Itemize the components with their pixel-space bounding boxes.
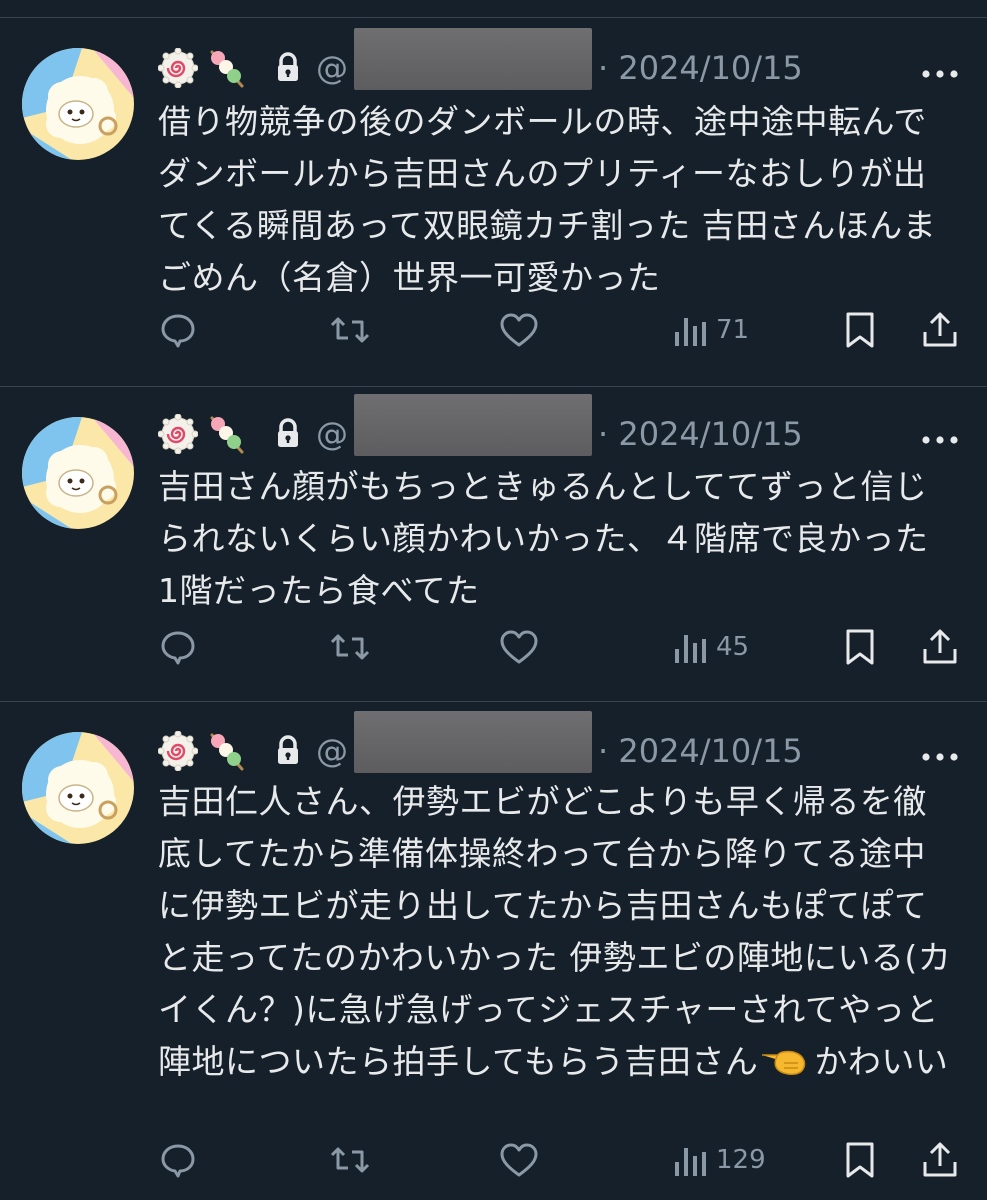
tweet-2[interactable]: @ · 2024/10/15 吉田さん顔がもちっときゅるんとしててずっと信じられ…	[0, 387, 987, 701]
share-icon	[923, 312, 957, 347]
like-icon	[500, 1143, 538, 1177]
dango-icon	[206, 731, 246, 771]
tweet-date[interactable]: · 2024/10/15	[598, 731, 803, 771]
views-button[interactable]: 71	[672, 308, 749, 352]
share-button[interactable]	[920, 1138, 960, 1182]
views-icon	[675, 318, 706, 346]
share-button[interactable]	[920, 308, 960, 352]
retweet-button[interactable]	[328, 308, 372, 352]
redacted-handle	[354, 711, 592, 773]
naruto-icon	[157, 47, 199, 89]
dango-icon	[206, 414, 246, 454]
reply-icon	[161, 1144, 195, 1178]
views-button[interactable]: 45	[672, 625, 749, 669]
views-icon	[675, 635, 706, 663]
views-count: 45	[716, 632, 750, 662]
more-icon[interactable]	[920, 747, 960, 761]
lock-icon	[268, 48, 308, 88]
bookmark-button[interactable]	[842, 1138, 878, 1182]
tweet-date[interactable]: · 2024/10/15	[598, 48, 803, 88]
bookmark-icon	[846, 629, 874, 665]
lock-icon	[268, 731, 308, 771]
retweet-icon	[330, 634, 370, 660]
tweet-text-tail: かわいい	[814, 1042, 949, 1081]
naruto-icon	[157, 730, 199, 772]
like-icon	[500, 630, 538, 664]
reply-icon	[161, 314, 195, 348]
share-button[interactable]	[920, 625, 960, 669]
bookmark-icon	[846, 1142, 874, 1178]
bookmark-button[interactable]	[842, 308, 878, 352]
like-button[interactable]	[498, 308, 540, 352]
sheep-avatar[interactable]	[22, 417, 134, 529]
reply-button[interactable]	[158, 625, 198, 669]
dango-icon	[206, 48, 246, 88]
redacted-handle	[354, 28, 592, 90]
pointing-hand-icon	[758, 1039, 814, 1079]
naruto-icon	[157, 413, 199, 455]
tweet-text: 吉田さん顔がもちっときゅるんとしててずっと信じられないくらい顔かわいかった、４階…	[158, 467, 940, 610]
tweet-text: 吉田仁人さん、伊勢エビがどこよりも早く帰るを徹底してたから準備体操終わって台から…	[158, 776, 958, 1116]
more-icon[interactable]	[920, 64, 960, 78]
views-count: 129	[716, 1145, 766, 1175]
share-icon	[923, 1142, 957, 1177]
sheep-avatar[interactable]	[22, 732, 134, 844]
like-button[interactable]	[498, 625, 540, 669]
tweet-3[interactable]: @ · 2024/10/15 吉田仁人さん、伊勢エビがどこよりも早く帰るを徹底し…	[0, 702, 987, 1200]
retweet-icon	[330, 317, 370, 343]
handle-at[interactable]: @	[316, 731, 348, 771]
bookmark-icon	[846, 312, 874, 348]
tweet-1[interactable]: @ · 2024/10/15 借り物競争の後のダンボールの時、途中途中転んでダン…	[0, 0, 987, 386]
retweet-button[interactable]	[328, 1138, 372, 1182]
reply-button[interactable]	[158, 1138, 198, 1182]
reply-icon	[161, 631, 195, 665]
like-icon	[500, 313, 538, 347]
more-icon[interactable]	[920, 430, 960, 444]
redacted-handle	[354, 394, 592, 456]
share-icon	[923, 629, 957, 664]
handle-at[interactable]: @	[316, 48, 348, 88]
views-icon	[675, 1148, 706, 1176]
handle-at[interactable]: @	[316, 414, 348, 454]
views-button[interactable]: 129	[672, 1138, 766, 1182]
retweet-button[interactable]	[328, 625, 372, 669]
retweet-icon	[330, 1147, 370, 1173]
bookmark-button[interactable]	[842, 625, 878, 669]
lock-icon	[268, 414, 308, 454]
tweet-text-main: 吉田仁人さん、伊勢エビがどこよりも早く帰るを徹底してたから準備体操終わって台から…	[158, 782, 952, 1081]
reply-button[interactable]	[158, 308, 198, 352]
sheep-avatar[interactable]	[22, 48, 134, 160]
tweet-text: 借り物競争の後のダンボールの時、途中途中転んでダンボールから吉田さんのプリティー…	[158, 102, 937, 297]
tweet-date[interactable]: · 2024/10/15	[598, 414, 803, 454]
like-button[interactable]	[498, 1138, 540, 1182]
views-count: 71	[716, 315, 750, 345]
